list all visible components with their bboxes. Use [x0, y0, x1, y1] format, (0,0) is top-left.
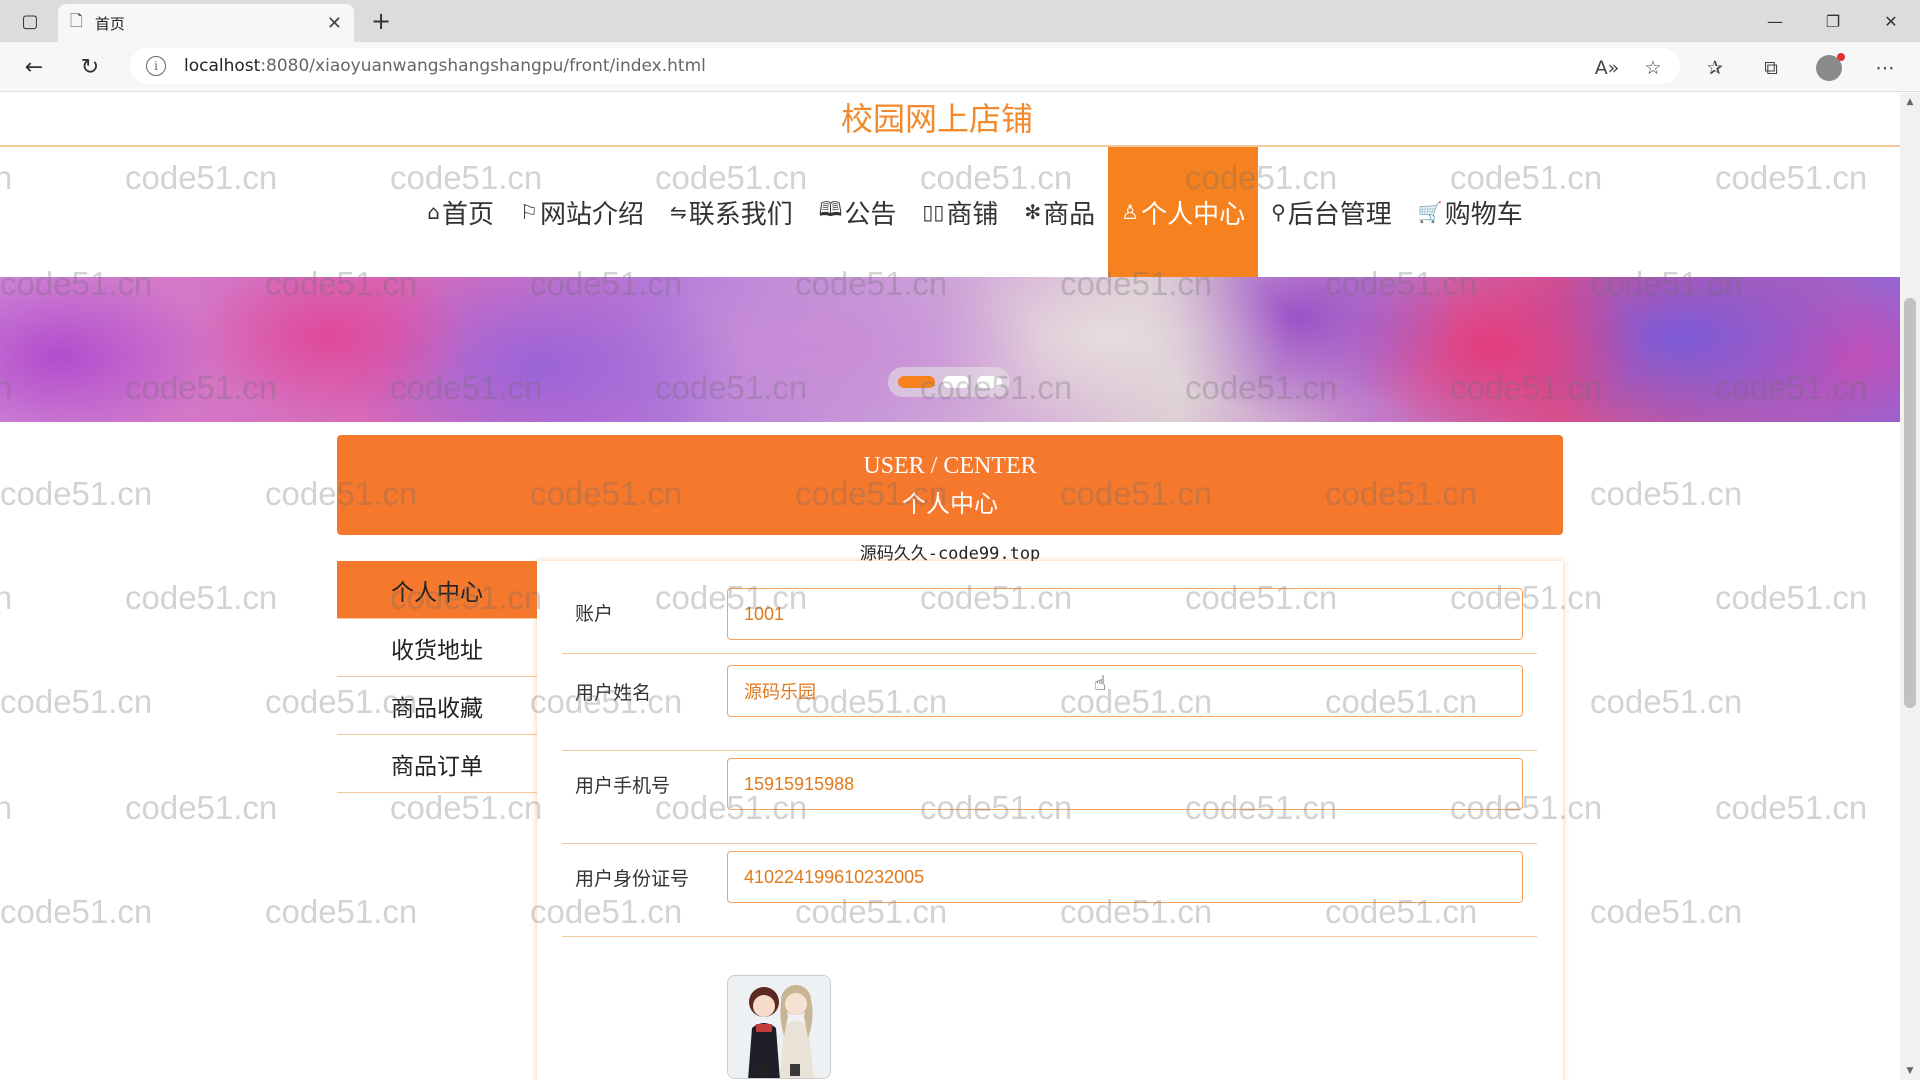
phone-input[interactable]: [727, 758, 1523, 810]
nav-icon: ⚲: [1271, 200, 1286, 224]
name-input[interactable]: [727, 665, 1523, 717]
main-nav: ⌂ 首页 ⚐ 网站介绍 ⇋ 联系我们 🕮 公告 ▯▯ 商铺 ✻ 商品 ♙ 个人中心 ⚲ 后台管理 🛒 购物车: [0, 147, 1900, 277]
carousel-dot[interactable]: [943, 376, 969, 388]
user-center-header: USER / CENTER 个人中心: [337, 435, 1563, 535]
sidebar-item-0[interactable]: 个人中心: [337, 561, 537, 619]
nav-item-4[interactable]: ▯▯ 商铺: [909, 147, 1011, 277]
nav-list: ⌂ 首页 ⚐ 网站介绍 ⇋ 联系我们 🕮 公告 ▯▯ 商铺 ✻ 商品 ♙ 个人中心 ⚲ 后台管理 🛒 购物车: [414, 147, 1535, 277]
page-viewport: 校园网上店铺 ⌂ 首页 ⚐ 网站介绍 ⇋ 联系我们 🕮 公告 ▯▯ 商铺 ✻ 商品 ♙ 个人中心 ⚲ 后台管理…: [0, 93, 1900, 1080]
url-path: :8080/xiaoyuanwangshangshangpu/front/ind…: [260, 56, 706, 76]
profile-icon[interactable]: [1814, 53, 1845, 82]
browser-tab[interactable]: 🗋 首页 ✕: [58, 4, 354, 42]
nav-item-8[interactable]: 🛒 购物车: [1405, 147, 1536, 277]
plus-icon[interactable]: +: [366, 6, 396, 36]
window-controls: — ❐ ✕: [1746, 0, 1920, 42]
nav-item-6[interactable]: ♙ 个人中心: [1108, 147, 1259, 277]
restore-icon[interactable]: ❐: [1804, 0, 1862, 42]
nav-label: 后台管理: [1287, 199, 1392, 230]
banner-carousel[interactable]: [0, 277, 1900, 422]
account-input[interactable]: [727, 588, 1523, 640]
nav-label: 公告: [844, 199, 897, 230]
url-host: localhost: [184, 56, 261, 76]
nav-item-0[interactable]: ⌂ 首页: [414, 147, 507, 277]
account-label: 账户: [575, 602, 614, 625]
favorites-icon[interactable]: ✰: [1700, 54, 1730, 82]
sidebar-item-1[interactable]: 收货地址: [337, 619, 537, 677]
read-aloud-icon[interactable]: A»: [1592, 54, 1622, 82]
nav-item-1[interactable]: ⚐ 网站介绍: [507, 147, 657, 277]
name-label: 用户姓名: [575, 681, 652, 704]
nav-icon: 🛒: [1417, 200, 1443, 224]
close-icon[interactable]: ✕: [327, 13, 342, 34]
nav-label: 商铺: [946, 199, 999, 230]
phone-row: 用户手机号: [562, 751, 1537, 844]
tab-strip: ▢ 🗋 首页 ✕ + — ❐ ✕: [0, 0, 1920, 42]
site-title: 校园网上店铺: [840, 100, 1033, 138]
scroll-up-icon[interactable]: ▲: [1905, 97, 1915, 107]
sidebar-item-3[interactable]: 商品订单: [337, 735, 537, 793]
add-favorite-icon[interactable]: ☆: [1638, 54, 1668, 82]
sidebar-item-2[interactable]: 商品收藏: [337, 677, 537, 735]
collections-icon[interactable]: ⧉: [1756, 54, 1786, 82]
nav-icon: ▯▯: [922, 200, 945, 224]
tab-title: 首页: [94, 14, 125, 33]
back-arrow-icon[interactable]: ←: [18, 52, 50, 82]
address-bar: ← ↻ i localhost :8080/xiaoyuanwangshangs…: [0, 42, 1920, 92]
nav-item-5[interactable]: ✻ 商品: [1011, 147, 1108, 277]
user-center-title-cn: 个人中心: [902, 492, 998, 518]
nav-item-7[interactable]: ⚲ 后台管理: [1258, 147, 1405, 277]
nav-label: 个人中心: [1141, 199, 1246, 230]
nav-item-3[interactable]: 🕮 公告: [806, 147, 910, 277]
idcard-row: 用户身份证号: [562, 844, 1537, 937]
hand-cursor-icon: ☝: [1094, 671, 1107, 695]
nav-label: 购物车: [1444, 199, 1523, 230]
scroll-down-icon[interactable]: ▼: [1905, 1066, 1915, 1076]
nav-icon: ⚐: [520, 200, 538, 224]
nav-icon: 🕮: [818, 197, 843, 221]
close-icon[interactable]: ✕: [1862, 0, 1920, 42]
profile-form: 账户 用户姓名 用户手机号 用户身份证号: [537, 561, 1563, 1080]
carousel-dot[interactable]: [898, 376, 936, 388]
nav-icon: ♙: [1121, 200, 1140, 224]
scroll-thumb[interactable]: [1904, 298, 1916, 708]
nav-item-2[interactable]: ⇋ 联系我们: [657, 147, 806, 277]
minimize-icon[interactable]: —: [1746, 0, 1804, 42]
nav-icon: ✻: [1024, 200, 1042, 224]
refresh-icon[interactable]: ↻: [74, 52, 106, 82]
page-icon: 🗋: [70, 10, 83, 30]
idcard-input[interactable]: [727, 851, 1523, 903]
phone-label: 用户手机号: [575, 774, 671, 797]
page-scrollbar[interactable]: ▲ ▼: [1900, 93, 1920, 1080]
user-sidebar: 个人中心 收货地址 商品收藏 商品订单: [337, 561, 537, 793]
url-field[interactable]: i localhost :8080/xiaoyuanwangshangshang…: [130, 48, 1680, 84]
nav-label: 联系我们: [688, 199, 793, 230]
user-center-title-en: USER / CENTER: [863, 453, 1037, 479]
nav-label: 首页: [441, 199, 494, 230]
more-icon[interactable]: ⋯: [1870, 54, 1900, 82]
idcard-label: 用户身份证号: [575, 867, 690, 890]
nav-icon: ⇋: [669, 200, 687, 224]
carousel-indicators: [888, 367, 1010, 397]
sidebar-toggle-icon[interactable]: ▢: [14, 8, 46, 34]
user-avatar-image[interactable]: [727, 975, 831, 1079]
account-row: 账户: [562, 561, 1537, 654]
nav-icon: ⌂: [427, 200, 440, 224]
carousel-dot[interactable]: [976, 376, 1002, 388]
nav-label: 网站介绍: [539, 199, 644, 230]
name-row: 用户姓名: [562, 658, 1537, 751]
browser-window: ▢ 🗋 首页 ✕ + — ❐ ✕ ← ↻ i localhost :8080/x…: [0, 0, 1920, 1080]
info-icon[interactable]: i: [146, 56, 166, 76]
nav-label: 商品: [1043, 199, 1096, 230]
